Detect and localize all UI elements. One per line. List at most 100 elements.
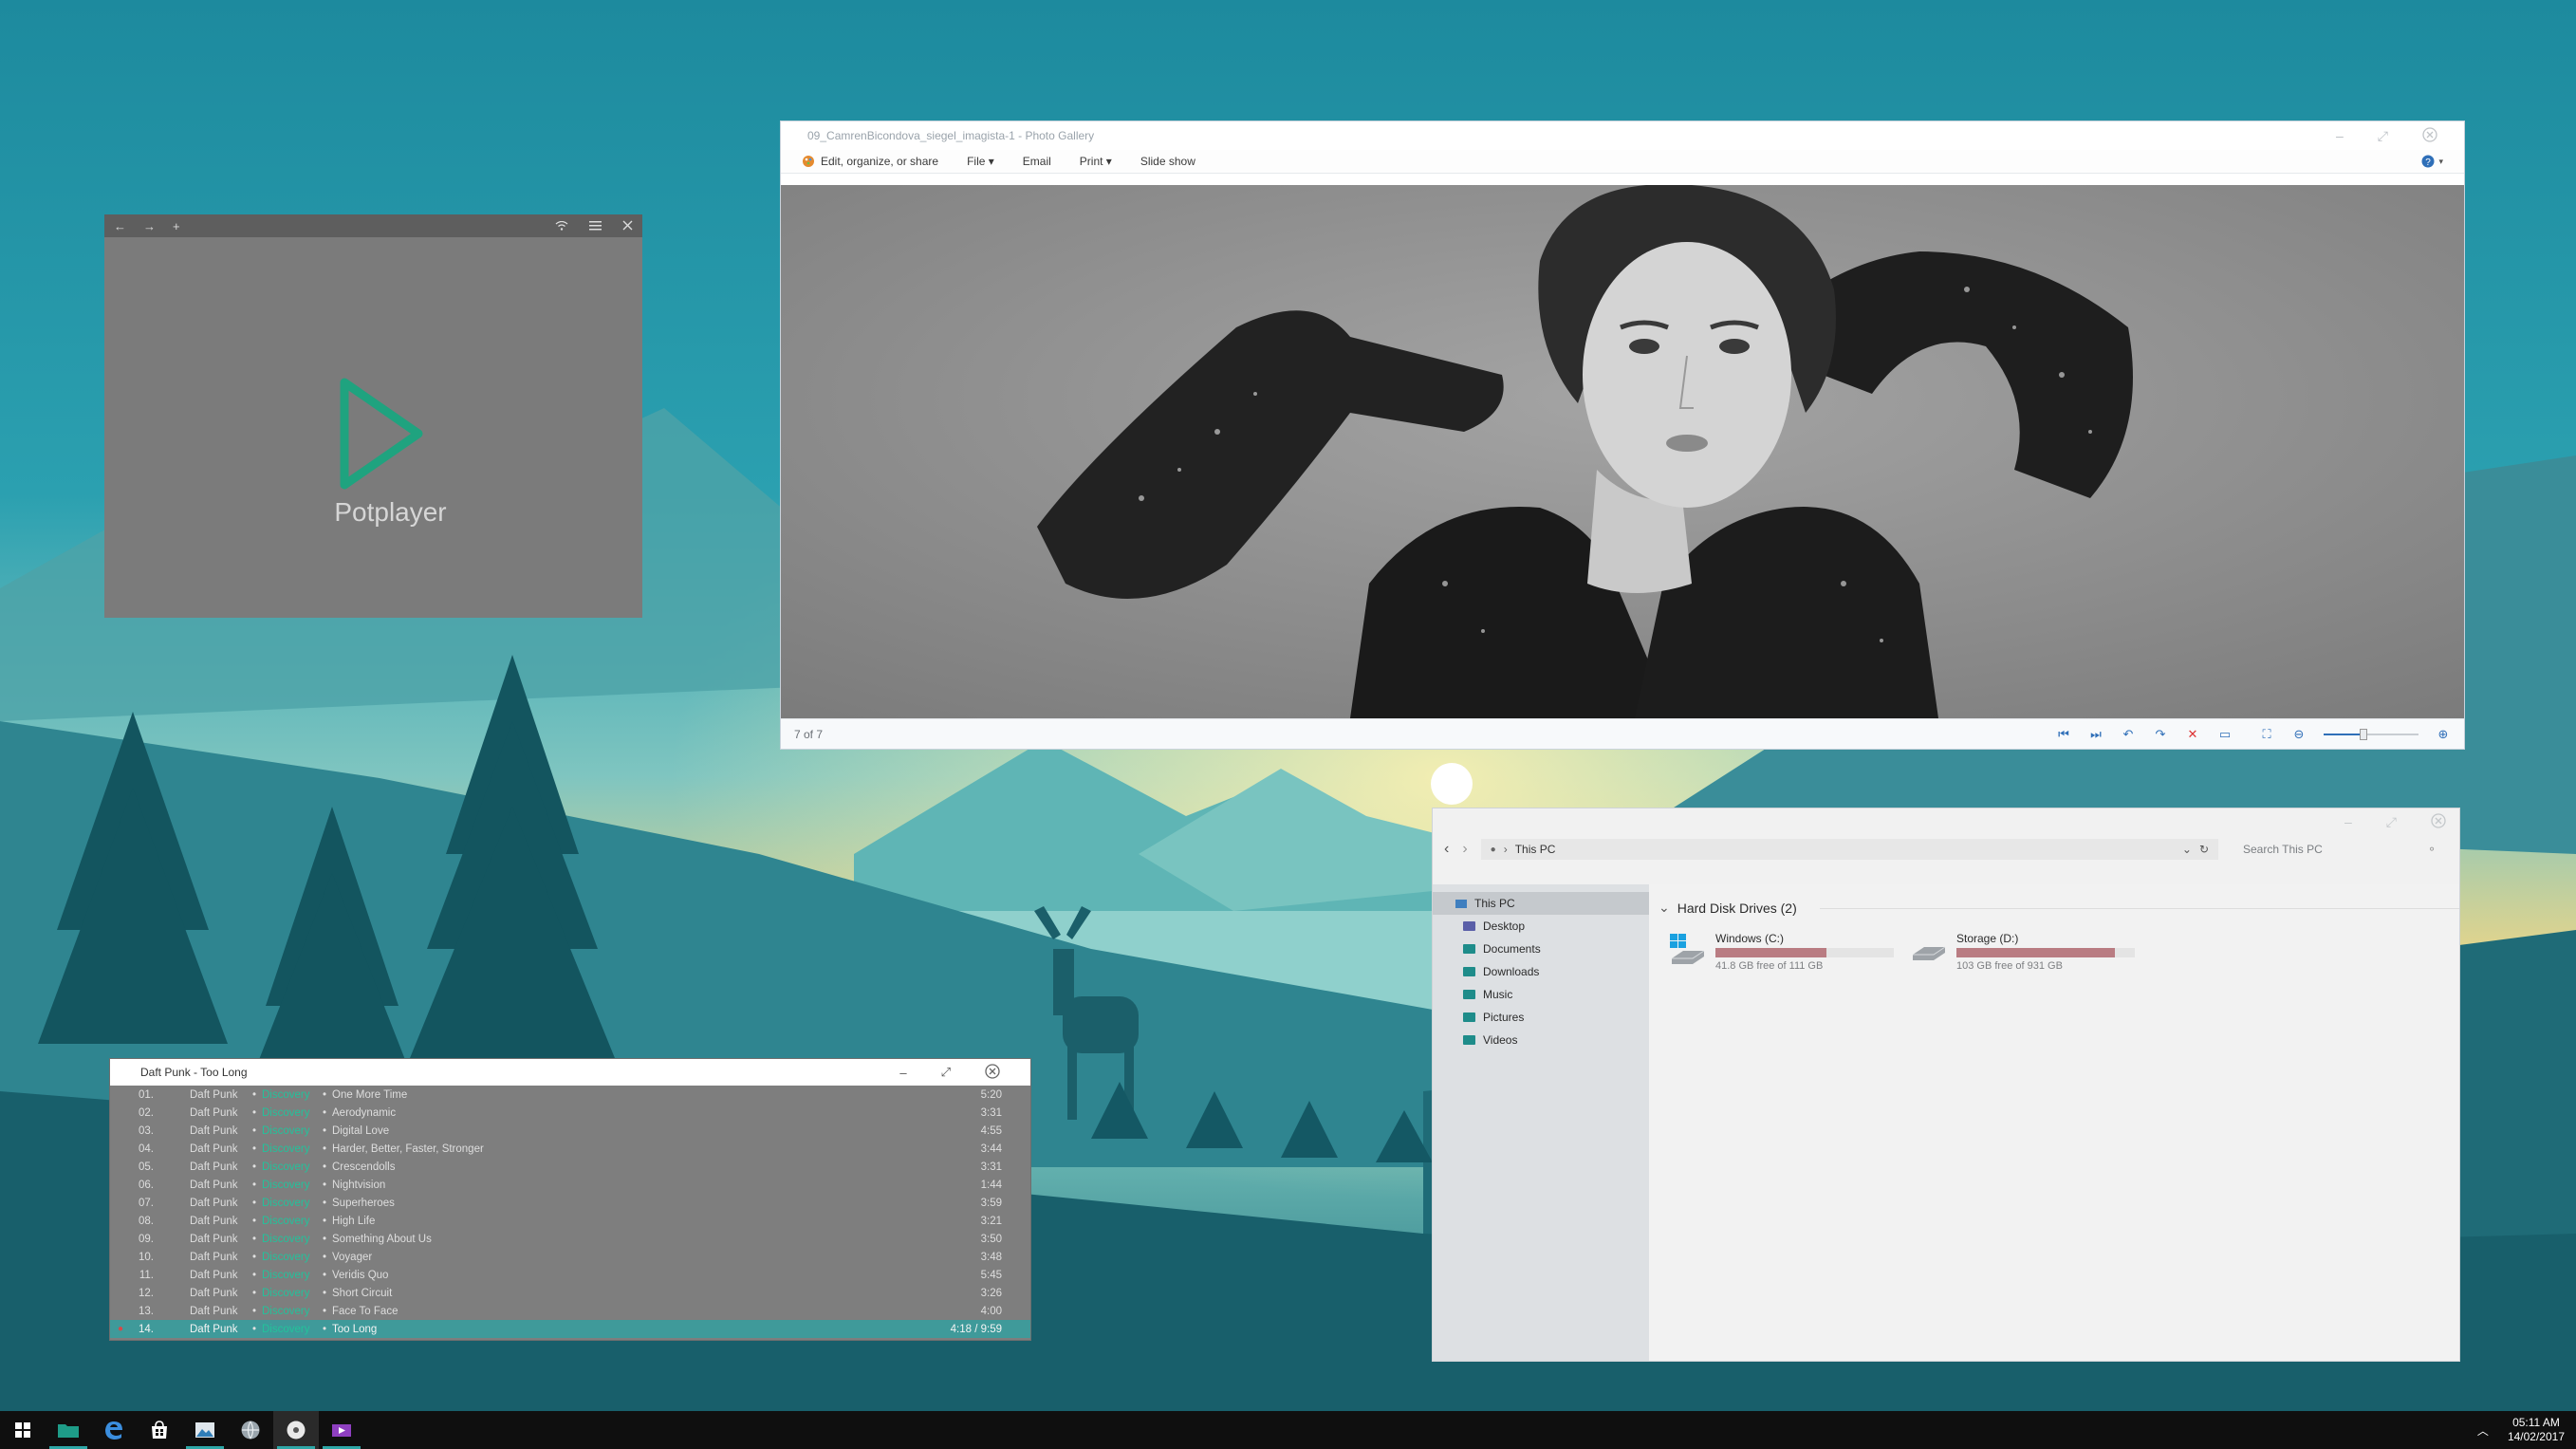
forward-icon[interactable]: › xyxy=(1462,841,1467,858)
close-icon[interactable] xyxy=(2431,812,2446,831)
music-player-window[interactable]: Daft Punk - Too Long – ⤢ 01. Daft Punk • Di… xyxy=(110,1059,1030,1340)
zoom-slider[interactable] xyxy=(2324,727,2418,742)
email-menu[interactable]: Email xyxy=(1023,155,1051,168)
disc-icon xyxy=(287,1421,306,1440)
drive-d[interactable]: Storage (D:) 103 GB free of 931 GB xyxy=(1909,932,2135,972)
explorer-titlebar[interactable]: – ⤢ xyxy=(1433,808,2459,835)
print-menu[interactable]: Print ▾ xyxy=(1080,155,1112,168)
address-bar[interactable]: ● › This PC ⌄ ↻ xyxy=(1480,839,2218,860)
file-menu[interactable]: File ▾ xyxy=(967,155,994,168)
separator-dot-icon: • xyxy=(251,1269,257,1281)
next-icon[interactable]: ⏭ xyxy=(2088,727,2103,742)
track-album: Discovery xyxy=(262,1179,310,1191)
minimize-icon[interactable]: – xyxy=(2336,128,2344,143)
taskbar-potplayer[interactable] xyxy=(319,1411,364,1449)
add-icon[interactable]: + xyxy=(173,219,180,233)
nav-item-music[interactable]: Music xyxy=(1433,983,1649,1006)
close-icon[interactable] xyxy=(2422,126,2437,145)
back-icon[interactable]: ‹ xyxy=(1444,841,1449,858)
playlist-track[interactable]: 02. Daft Punk • Discovery • Aerodynamic 3:31 xyxy=(110,1104,1030,1122)
taskbar-edge[interactable] xyxy=(91,1411,137,1449)
gallery-titlebar[interactable]: 09_CamrenBicondova_siegel_imagista-1 - P… xyxy=(781,121,2464,150)
slideshow-menu[interactable]: Slide show xyxy=(1140,155,1195,168)
playlist-track[interactable]: 07. Daft Punk • Discovery • Superheroes 3:59 xyxy=(110,1194,1030,1212)
track-number: 11. xyxy=(139,1269,154,1281)
media-app-icon xyxy=(332,1424,351,1437)
nav-item-videos[interactable]: Videos xyxy=(1433,1029,1649,1051)
minimize-icon[interactable]: – xyxy=(899,1066,906,1080)
wifi-icon[interactable] xyxy=(555,219,568,233)
clock[interactable]: 05:11 AM 14/02/2017 xyxy=(2508,1416,2565,1444)
track-duration: 4:55 xyxy=(980,1124,1002,1137)
zoom-out-icon[interactable]: ⊖ xyxy=(2291,727,2307,742)
delete-icon[interactable]: ✕ xyxy=(2185,727,2200,742)
playlist-track[interactable]: 04. Daft Punk • Discovery • Harder, Better, F… xyxy=(110,1140,1030,1158)
playlist-track[interactable]: 03. Daft Punk • Discovery • Digital Love 4:55 xyxy=(110,1122,1030,1140)
navigation-pane: This PC Desktop Documents Downloads Musi… xyxy=(1433,884,1649,1361)
track-title: Face To Face xyxy=(332,1305,398,1317)
file-explorer-window[interactable]: – ⤢ ‹ › ● › This PC ⌄ ↻ Search This PC ⚬… xyxy=(1433,808,2459,1361)
potplayer-titlebar[interactable]: ← → + xyxy=(104,214,642,237)
explorer-address-row: ‹ › ● › This PC ⌄ ↻ Search This PC ⚬ xyxy=(1433,835,2459,864)
start-button[interactable] xyxy=(0,1411,46,1449)
rotate-left-icon[interactable]: ↶ xyxy=(2121,727,2136,742)
search-icon: ⚬ xyxy=(2426,843,2437,856)
playlist-track[interactable]: 05. Daft Punk • Discovery • Crescendolls 3:31 xyxy=(110,1158,1030,1176)
maximize-icon[interactable]: ⤢ xyxy=(941,1065,951,1080)
maximize-icon[interactable]: ⤢ xyxy=(2386,814,2397,830)
taskbar-browser[interactable] xyxy=(228,1411,273,1449)
taskbar-photo-gallery[interactable] xyxy=(182,1411,228,1449)
drive-c[interactable]: Windows (C:) 41.8 GB free of 111 GB xyxy=(1668,932,1894,972)
address-dropdown-icon[interactable]: ⌄ xyxy=(2182,843,2192,856)
track-number: 05. xyxy=(139,1161,154,1173)
nav-item-this-pc[interactable]: This PC xyxy=(1433,892,1649,915)
playlist-track[interactable]: 12. Daft Punk • Discovery • Short Circuit 3:26 xyxy=(110,1284,1030,1302)
playlist-track[interactable]: 08. Daft Punk • Discovery • High Life 3:21 xyxy=(110,1212,1030,1230)
zoom-slider-thumb[interactable] xyxy=(2360,728,2367,740)
nav-item-documents[interactable]: Documents xyxy=(1433,938,1649,960)
music-titlebar[interactable]: Daft Punk - Too Long – ⤢ xyxy=(110,1059,1030,1086)
search-input[interactable]: Search This PC ⚬ xyxy=(2232,839,2448,860)
minimize-icon[interactable]: – xyxy=(2344,814,2352,829)
previous-icon[interactable]: ⏮ xyxy=(2056,727,2071,742)
drive-group-header[interactable]: ⌄ Hard Disk Drives (2) xyxy=(1659,900,1797,916)
playlist-track[interactable]: 10. Daft Punk • Discovery • Voyager 3:48 xyxy=(110,1248,1030,1266)
gallery-photo[interactable] xyxy=(781,185,2464,718)
playlist-track[interactable]: 01. Daft Punk • Discovery • One More Time 5:20 xyxy=(110,1086,1030,1104)
fit-window-icon[interactable]: ⛶ xyxy=(2259,727,2274,742)
close-icon[interactable] xyxy=(622,219,633,233)
back-icon[interactable]: ← xyxy=(114,219,126,233)
playlist-track[interactable]: 09. Daft Punk • Discovery • Something About U… xyxy=(110,1230,1030,1248)
taskbar-file-explorer[interactable] xyxy=(46,1411,91,1449)
help-button[interactable]: ? ▾ xyxy=(2421,155,2443,168)
playlist-track[interactable]: 06. Daft Punk • Discovery • Nightvision 1:44 xyxy=(110,1176,1030,1194)
slideshow-icon[interactable]: ▭ xyxy=(2217,727,2233,742)
playlist-track[interactable]: 13. Daft Punk • Discovery • Face To Face 4:00 xyxy=(110,1302,1030,1320)
close-icon[interactable] xyxy=(985,1063,1000,1082)
track-duration: 3:31 xyxy=(980,1161,1002,1173)
photo-gallery-window[interactable]: 09_CamrenBicondova_siegel_imagista-1 - P… xyxy=(781,121,2464,749)
nav-item-downloads[interactable]: Downloads xyxy=(1433,960,1649,983)
track-artist: Daft Punk xyxy=(190,1179,238,1191)
clock-date: 14/02/2017 xyxy=(2507,1430,2565,1443)
maximize-icon[interactable]: ⤢ xyxy=(2378,128,2388,144)
forward-icon[interactable]: → xyxy=(143,219,156,233)
gallery-window-title: 09_CamrenBicondova_siegel_imagista-1 - P… xyxy=(807,129,1095,142)
potplayer-window[interactable]: ← → + Potplayer xyxy=(104,214,642,618)
menu-icon[interactable] xyxy=(589,219,602,233)
separator-dot-icon: • xyxy=(322,1269,327,1281)
nav-item-desktop[interactable]: Desktop xyxy=(1433,915,1649,938)
play-icon[interactable] xyxy=(337,375,428,492)
refresh-icon[interactable]: ↻ xyxy=(2199,843,2209,856)
edit-menu[interactable]: Edit, organize, or share xyxy=(802,155,938,168)
nav-item-pictures[interactable]: Pictures xyxy=(1433,1006,1649,1029)
zoom-in-icon[interactable]: ⊕ xyxy=(2436,727,2451,742)
playlist-track[interactable]: ● 14. Daft Punk • Discovery • Too Long 4:18 / 9… xyxy=(110,1320,1030,1338)
chevron-up-icon[interactable]: ︿ xyxy=(2477,1422,2489,1439)
taskbar-store[interactable] xyxy=(137,1411,182,1449)
taskbar-music-player[interactable] xyxy=(273,1411,319,1449)
rotate-right-icon[interactable]: ↷ xyxy=(2153,727,2168,742)
windows-drive-icon xyxy=(1668,932,1706,966)
playlist-track[interactable]: 11. Daft Punk • Discovery • Veridis Quo 5:45 xyxy=(110,1266,1030,1284)
potplayer-video-area[interactable]: Potplayer xyxy=(104,237,642,618)
